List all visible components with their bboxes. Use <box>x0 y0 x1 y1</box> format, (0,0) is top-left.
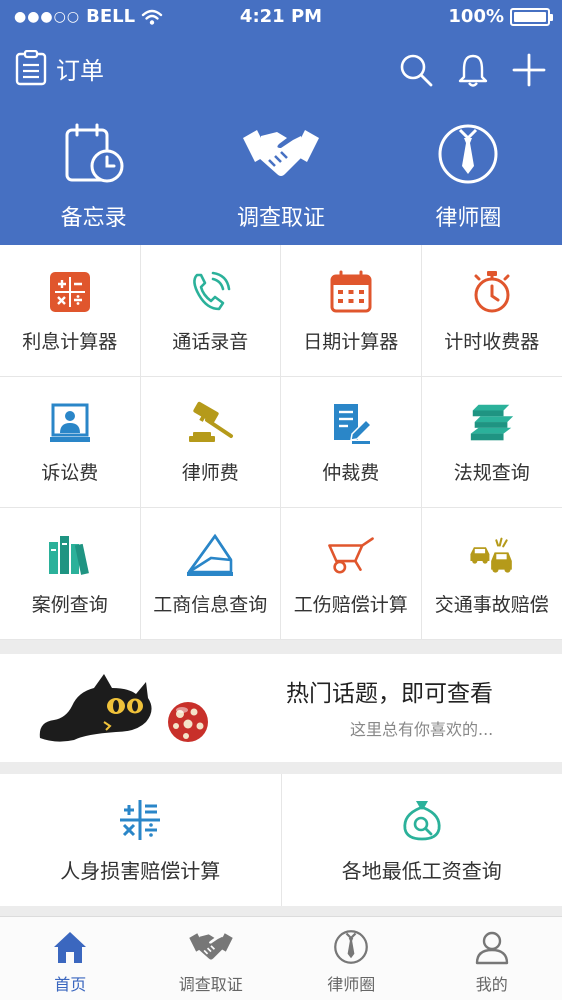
hot-topics-banner[interactable]: 热门话题，即可查看 这里总有你喜欢的... <box>0 654 562 762</box>
lawyer-tie-icon <box>334 930 369 964</box>
navbar: 订单 <box>0 44 562 100</box>
court-icon <box>49 403 90 443</box>
tool-label: 工商信息查询 <box>153 594 268 617</box>
tool-regulation-search[interactable]: 法规查询 <box>421 377 562 509</box>
envelope-icon <box>187 533 234 577</box>
tools-grid: 利息计算器 通话录音 日期计算器 计时收费器 诉讼费 律师费 仲裁费 法规查询 … <box>0 245 562 640</box>
handshake-icon <box>189 933 233 960</box>
tab-investigation[interactable]: 调查取证 <box>141 917 282 1000</box>
tool-label: 交通事故赔偿 <box>434 594 549 617</box>
battery-percent: 100% <box>448 6 504 27</box>
header: ●●●○○ BELL 4:21 PM 100% 订单 备忘录 调查取证 律师圈 <box>0 0 562 245</box>
hero-item-lawyer-circle[interactable]: 律师圈 <box>375 118 562 238</box>
tab-lawyer-circle[interactable]: 律师圈 <box>281 917 422 1000</box>
memo-clock-icon <box>65 123 124 183</box>
tool-call-recording[interactable]: 通话录音 <box>140 245 281 377</box>
tool-label: 工伤赔偿计算 <box>293 594 408 617</box>
user-icon <box>475 931 508 965</box>
wheelbarrow-icon <box>327 537 374 574</box>
tab-label: 调查取证 <box>178 975 243 994</box>
search-icon[interactable] <box>398 52 434 88</box>
tool-work-injury-calc[interactable]: 工伤赔偿计算 <box>281 508 422 640</box>
math-grid-icon <box>120 799 161 840</box>
feature-cards: 人身损害赔偿计算 各地最低工资查询 <box>0 774 562 906</box>
calculator-icon <box>49 271 90 312</box>
banner-title: 热门话题，即可查看 <box>286 681 493 707</box>
tool-label: 通话录音 <box>172 330 249 353</box>
car-crash-icon <box>470 537 512 573</box>
gavel-icon <box>189 402 234 443</box>
tool-arbitration-fee[interactable]: 仲裁费 <box>281 376 422 509</box>
tool-billing-timer[interactable]: 计时收费器 <box>421 245 562 377</box>
hero-item-investigation[interactable]: 调查取证 <box>187 118 374 238</box>
hero-label: 律师圈 <box>435 206 502 231</box>
plus-icon[interactable] <box>512 52 546 88</box>
tab-bar: 首页 调查取证 律师圈 我的 <box>0 916 562 1000</box>
banner-subtitle: 这里总有你喜欢的... <box>350 720 494 739</box>
tool-label: 计时收费器 <box>444 330 540 353</box>
tool-business-info-search[interactable]: 工商信息查询 <box>140 508 281 640</box>
hero-shortcuts: 备忘录 调查取证 律师圈 <box>0 118 562 238</box>
tool-case-search[interactable]: 案例查询 <box>0 508 141 640</box>
tool-label: 案例查询 <box>31 594 108 617</box>
battery-level <box>514 11 546 22</box>
clipboard-icon <box>15 50 47 86</box>
status-bar: ●●●○○ BELL 4:21 PM 100% <box>0 0 562 36</box>
tool-label: 仲裁费 <box>322 462 380 485</box>
card-label: 各地最低工资查询 <box>341 858 502 883</box>
tab-home[interactable]: 首页 <box>0 917 141 1000</box>
tab-mine[interactable]: 我的 <box>422 917 562 1000</box>
lawyer-tie-icon <box>438 124 498 184</box>
books-stack-icon <box>470 405 513 441</box>
stopwatch-icon <box>474 270 510 313</box>
black-cat-ball-illustration <box>39 674 208 742</box>
tab-label: 首页 <box>54 975 87 994</box>
orders-link[interactable]: 订单 <box>14 50 104 86</box>
tool-label: 日期计算器 <box>303 330 399 353</box>
hero-label: 调查取证 <box>236 206 325 231</box>
tool-traffic-accident[interactable]: 交通事故赔偿 <box>421 508 562 640</box>
tool-label: 利息计算器 <box>22 330 118 353</box>
card-label: 人身损害赔偿计算 <box>60 858 221 883</box>
card-min-wage-search[interactable]: 各地最低工资查询 <box>282 774 562 906</box>
tool-label: 诉讼费 <box>41 462 99 485</box>
tool-date-calculator[interactable]: 日期计算器 <box>281 245 422 377</box>
home-icon <box>54 932 87 963</box>
books-upright-icon <box>48 536 89 575</box>
tool-litigation-fee[interactable]: 诉讼费 <box>0 376 141 509</box>
tool-label: 法规查询 <box>453 462 530 485</box>
bell-icon[interactable] <box>456 52 490 88</box>
tool-interest-calculator[interactable]: 利息计算器 <box>0 245 141 377</box>
hero-label: 备忘录 <box>60 206 127 231</box>
money-bag-search-icon <box>403 800 441 840</box>
hero-item-memo[interactable]: 备忘录 <box>0 118 187 238</box>
page-title: 订单 <box>56 56 104 85</box>
phone-icon <box>193 271 231 311</box>
tool-label: 律师费 <box>181 462 239 485</box>
battery-icon <box>510 7 553 26</box>
tab-label: 我的 <box>475 975 508 994</box>
calendar-icon <box>330 270 372 313</box>
card-personal-injury-calc[interactable]: 人身损害赔偿计算 <box>0 774 282 906</box>
tool-lawyer-fee[interactable]: 律师费 <box>140 376 281 509</box>
tab-label: 律师圈 <box>327 975 376 994</box>
handshake-icon <box>242 130 319 176</box>
document-pen-icon <box>333 404 372 445</box>
